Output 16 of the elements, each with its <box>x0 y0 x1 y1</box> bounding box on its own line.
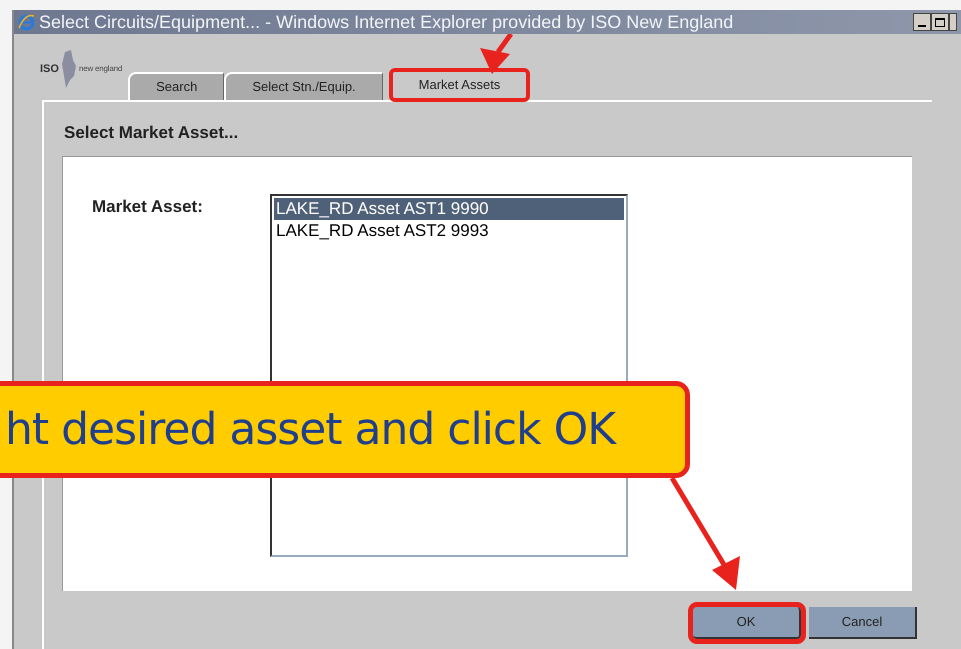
maximize-button[interactable] <box>931 13 949 31</box>
logo-subtitle: new england <box>78 63 122 75</box>
window-title: Select Circuits/Equipment... - Windows Internet Explorer provided by ISO New England <box>39 10 734 34</box>
map-icon <box>62 50 76 88</box>
field-label: Market Asset: <box>92 196 204 218</box>
browser-icon <box>18 14 35 30</box>
list-item[interactable]: LAKE_RD Asset AST1 9990 <box>274 198 624 220</box>
close-button[interactable] <box>949 13 957 31</box>
tab[interactable]: Search <box>128 72 224 100</box>
list-item[interactable]: LAKE_RD Asset AST2 9993 <box>274 220 624 242</box>
logo-text: ISO <box>40 62 59 77</box>
panel-heading: Select Market Asset... <box>64 122 240 144</box>
dialog-button[interactable]: Cancel <box>809 607 917 639</box>
minimize-button[interactable] <box>913 13 931 31</box>
tab[interactable]: Market Assets <box>388 68 530 102</box>
tab[interactable]: Select Stn./Equip. <box>224 72 383 100</box>
